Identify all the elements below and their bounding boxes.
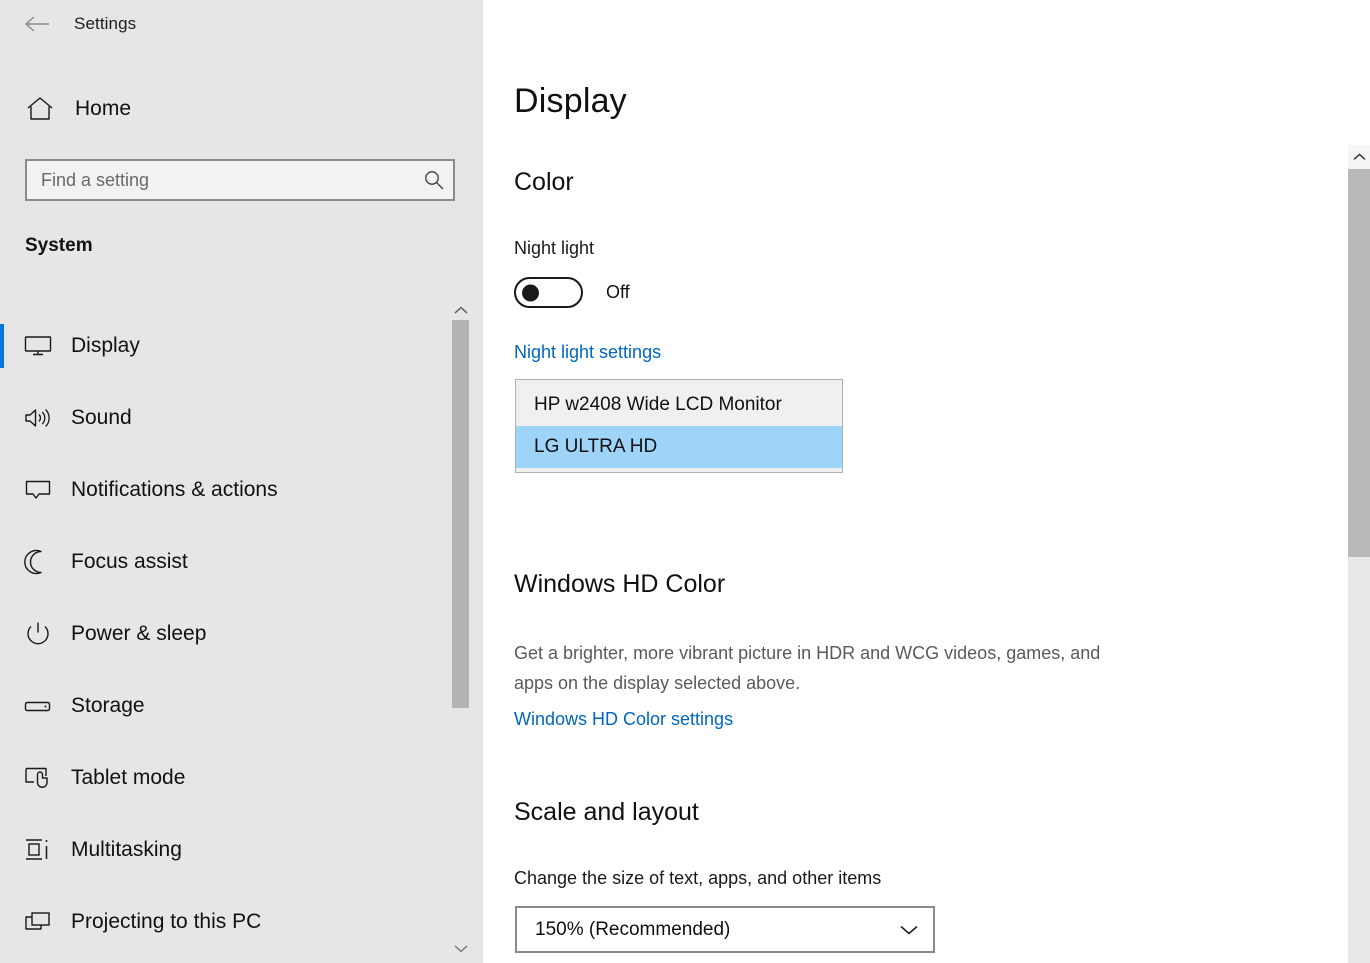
speaker-icon (18, 406, 58, 430)
sidebar-item-projecting-label: Projecting to this PC (71, 910, 262, 933)
selection-indicator (0, 540, 4, 584)
selection-indicator (0, 468, 4, 512)
sidebar-item-multitasking[interactable]: Multitasking (0, 814, 483, 886)
settings-window: Settings Home System (0, 0, 1370, 963)
chevron-up-icon (1352, 148, 1366, 166)
scale-layout-heading: Scale and layout (514, 798, 699, 826)
sidebar-item-sound-label: Sound (71, 406, 132, 429)
sidebar-item-multitasking-label: Multitasking (71, 838, 182, 861)
sidebar-item-notifications[interactable]: Notifications & actions (0, 454, 483, 526)
home-icon (21, 96, 59, 122)
sidebar-item-power-sleep-label: Power & sleep (71, 622, 207, 645)
scale-select[interactable]: 150% (Recommended) (515, 906, 935, 953)
search-box[interactable] (25, 159, 455, 201)
multitasking-icon (18, 837, 58, 863)
chevron-up-icon (453, 302, 468, 320)
sidebar-scroll-thumb[interactable] (452, 320, 469, 708)
selection-indicator (0, 612, 4, 656)
back-button[interactable] (14, 1, 60, 47)
night-light-toggle-row: Off (514, 277, 630, 308)
scale-select-value: 150% (Recommended) (535, 918, 731, 940)
chevron-down-icon (885, 924, 933, 936)
night-light-label: Night light (514, 238, 595, 258)
search-icon[interactable] (415, 169, 453, 191)
selection-indicator (0, 396, 4, 440)
display-select-dropdown[interactable]: HP w2408 Wide LCD Monitor LG ULTRA HD (515, 379, 843, 473)
sidebar-item-tablet-mode[interactable]: Tablet mode (0, 742, 483, 814)
tablet-touch-icon (18, 765, 58, 791)
selection-indicator (0, 324, 4, 368)
power-icon (18, 621, 58, 647)
back-arrow-icon (24, 15, 50, 33)
page-title: Display (514, 82, 627, 120)
sidebar-scroll-down-button[interactable] (452, 938, 469, 960)
night-light-settings-link[interactable]: Night light settings (514, 342, 661, 363)
hd-color-description: Get a brighter, more vibrant picture in … (514, 643, 1101, 693)
sidebar-item-sound[interactable]: Sound (0, 382, 483, 454)
scale-label: Change the size of text, apps, and other… (514, 868, 882, 888)
sidebar-item-projecting[interactable]: Projecting to this PC (0, 886, 483, 958)
main-scroll-thumb[interactable] (1348, 169, 1370, 557)
main-scrollbar[interactable] (1348, 145, 1370, 963)
sidebar-item-home[interactable]: Home (0, 85, 483, 133)
hd-color-heading: Windows HD Color (514, 570, 726, 598)
selection-indicator (0, 900, 4, 944)
sidebar-item-notifications-label: Notifications & actions (71, 478, 278, 501)
sidebar-item-home-label: Home (75, 97, 132, 120)
selection-indicator (0, 756, 4, 800)
chevron-down-icon (453, 940, 468, 958)
selection-indicator (0, 684, 4, 728)
night-light-toggle[interactable] (514, 277, 583, 308)
sidebar: Settings Home System (0, 0, 483, 963)
monitor-icon (18, 334, 58, 358)
title-bar: Settings (0, 0, 483, 48)
sidebar-item-power-sleep[interactable]: Power & sleep (0, 598, 483, 670)
hd-color-settings-link[interactable]: Windows HD Color settings (514, 709, 733, 730)
toggle-knob (522, 284, 539, 301)
sidebar-item-storage[interactable]: Storage (0, 670, 483, 742)
display-option-hp[interactable]: HP w2408 Wide LCD Monitor (516, 384, 842, 426)
color-section-heading: Color (514, 168, 574, 196)
sidebar-group-title: System (25, 235, 93, 256)
sidebar-item-focus-assist[interactable]: Focus assist (0, 526, 483, 598)
sidebar-item-display-label: Display (71, 334, 140, 357)
sidebar-item-storage-label: Storage (71, 694, 145, 717)
main-scroll-up-button[interactable] (1348, 145, 1370, 169)
moon-icon (18, 549, 58, 575)
sidebar-item-display[interactable]: Display (0, 310, 483, 382)
night-light-state-label: Off (606, 282, 630, 302)
projecting-icon (18, 910, 58, 934)
main-content: Display Color Night light Off Night ligh… (483, 0, 1370, 963)
window-title: Settings (74, 14, 137, 33)
display-option-lg[interactable]: LG ULTRA HD (516, 426, 842, 468)
drive-icon (18, 696, 58, 716)
selection-indicator (0, 828, 4, 872)
sidebar-item-focus-assist-label: Focus assist (71, 550, 188, 573)
search-input[interactable] (27, 161, 415, 199)
sidebar-nav-list: Display Sound Notifications & actions Fo… (0, 310, 483, 958)
notification-bubble-icon (18, 478, 58, 502)
sidebar-scroll-up-button[interactable] (452, 300, 469, 322)
sidebar-item-tablet-mode-label: Tablet mode (71, 766, 186, 789)
sidebar-scrollbar[interactable] (452, 300, 469, 960)
